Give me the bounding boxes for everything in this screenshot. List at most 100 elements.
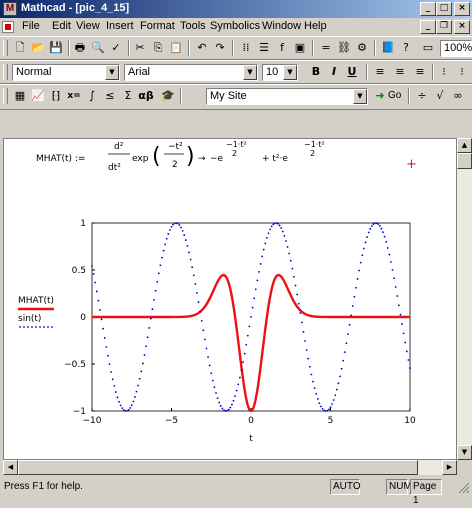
sin-series-point xyxy=(232,399,235,402)
chevron-down-icon[interactable]: ▼ xyxy=(243,65,257,80)
mathcad-app-icon[interactable]: M xyxy=(3,2,17,16)
paste-clipboard-icon[interactable]: 📋 xyxy=(168,40,184,56)
doc-restore-button[interactable]: ❐ xyxy=(436,20,452,34)
sin-series-point xyxy=(119,404,122,407)
minimize-button[interactable]: _ xyxy=(420,2,436,16)
scroll-left-icon[interactable]: ◀ xyxy=(3,460,18,475)
toolbar-grip[interactable] xyxy=(3,40,8,56)
menu-help[interactable]: Help xyxy=(304,20,327,32)
chevron-down-icon[interactable]: ▼ xyxy=(105,65,119,80)
matrix-toolbar-icon[interactable]: ⁅⁆ xyxy=(48,88,64,104)
menu-view[interactable]: View xyxy=(76,20,100,32)
sin-series-point xyxy=(264,242,267,245)
insert-hyperlink-icon[interactable]: ⛓ xyxy=(336,40,352,56)
zoom-icon[interactable]: ▭ xyxy=(420,40,436,56)
menu-symbolics[interactable]: Symbolics xyxy=(210,20,260,32)
toolbar-grip-2[interactable] xyxy=(3,64,8,80)
align-center-icon[interactable]: ≡ xyxy=(392,64,408,80)
sin-series-point xyxy=(402,332,405,335)
scroll-up-icon[interactable]: ▲ xyxy=(457,138,472,153)
scroll-down-icon[interactable]: ▼ xyxy=(457,445,472,460)
vertical-scrollbar[interactable]: ▲ ▼ xyxy=(457,138,472,460)
menu-file[interactable]: File xyxy=(22,20,40,32)
toolbar-grip-3[interactable] xyxy=(3,88,8,104)
spell-check-icon[interactable]: ✓ xyxy=(108,40,124,56)
maximize-button[interactable]: □ xyxy=(436,2,452,16)
bullets-icon[interactable]: ⁝ xyxy=(436,64,452,80)
standard-toolbar: 🗋 📂 💾 🖶 🔍 ✓ ✂ ⎘ 📋 ↶ ↷ ⁞⁞ ☰ f ▣ = ⛓ ⚙ 📘 ?… xyxy=(0,36,472,60)
scroll-right-icon[interactable]: ▶ xyxy=(442,460,457,475)
title-bar[interactable]: M Mathcad - [pic_4_15] _ □ × xyxy=(0,0,472,18)
resize-grip-icon[interactable] xyxy=(458,482,470,494)
menu-insert[interactable]: Insert xyxy=(106,20,134,32)
bold-button[interactable]: B xyxy=(308,64,324,80)
help-icon[interactable]: ? xyxy=(398,40,414,56)
doc-close-button[interactable]: × xyxy=(454,20,470,34)
chevron-down-icon[interactable]: ▼ xyxy=(283,65,297,80)
align-down-icon[interactable]: ☰ xyxy=(256,40,272,56)
insert-function-icon[interactable]: f xyxy=(274,40,290,56)
sin-series-point xyxy=(388,253,391,256)
document-icon[interactable] xyxy=(2,21,14,33)
horizontal-scrollbar[interactable]: ◀ ▶ xyxy=(3,460,457,475)
redo-icon[interactable]: ↷ xyxy=(212,40,228,56)
calculator-toolbar-icon[interactable]: ▦ xyxy=(12,88,28,104)
go-button[interactable]: Go xyxy=(388,90,401,101)
resource-dropdown[interactable]: My Site ▼ xyxy=(206,88,368,105)
doc-minimize-button[interactable]: _ xyxy=(420,20,436,34)
cut-scissors-icon[interactable]: ✂ xyxy=(132,40,148,56)
font-dropdown[interactable]: Arial ▼ xyxy=(124,64,258,81)
italic-button[interactable]: I xyxy=(326,64,342,80)
boolean-toolbar-icon[interactable]: ≤ xyxy=(102,88,118,104)
x-tick-label: 0 xyxy=(248,416,254,426)
calculus-toolbar-icon[interactable]: ∫ xyxy=(84,88,100,104)
horizontal-scroll-thumb[interactable] xyxy=(18,460,418,475)
vertical-scroll-thumb[interactable] xyxy=(457,153,472,169)
print-icon[interactable]: 🖶 xyxy=(72,40,88,56)
undo-icon[interactable]: ↶ xyxy=(194,40,210,56)
zoom-dropdown[interactable]: 100% xyxy=(440,40,472,57)
sin-series-point xyxy=(313,387,316,390)
division-icon[interactable]: ÷ xyxy=(414,88,430,104)
close-button[interactable]: × xyxy=(454,2,470,16)
sin-series-point xyxy=(156,280,159,283)
underline-button[interactable]: U xyxy=(344,64,360,80)
font-size-dropdown[interactable]: 10 ▼ xyxy=(262,64,298,81)
component-wizard-icon[interactable]: ⚙ xyxy=(354,40,370,56)
sin-series-point xyxy=(229,406,232,409)
align-across-icon[interactable]: ⁞⁞ xyxy=(238,40,254,56)
insert-unit-icon[interactable]: ▣ xyxy=(292,40,308,56)
equation-region[interactable]: MHAT(t) := d² dt² exp ( −t² 2 ) → −e −1·… xyxy=(4,139,454,199)
style-dropdown[interactable]: Normal ▼ xyxy=(12,64,120,81)
evaluation-toolbar-icon[interactable]: x= xyxy=(66,88,82,104)
calculate-icon[interactable]: = xyxy=(318,40,334,56)
sin-series-point xyxy=(118,400,120,403)
chevron-down-icon[interactable]: ▼ xyxy=(353,89,367,104)
menu-format[interactable]: Format xyxy=(140,20,175,32)
sin-series-point xyxy=(110,371,112,373)
menu-window[interactable]: Window xyxy=(262,20,301,32)
new-document-icon[interactable]: 🗋 xyxy=(12,40,28,56)
numbering-icon[interactable]: ⁝ xyxy=(454,64,470,80)
sin-series-point xyxy=(165,237,168,240)
align-left-icon[interactable]: ≡ xyxy=(372,64,388,80)
infinity-icon[interactable]: ∞ xyxy=(450,88,466,104)
resource-center-icon[interactable]: 📘 xyxy=(380,40,396,56)
print-preview-icon[interactable]: 🔍 xyxy=(90,40,106,56)
graph-toolbar-icon[interactable]: 📈 xyxy=(30,88,46,104)
legend-label: sin(t) xyxy=(18,314,41,324)
go-arrow-icon[interactable]: ➜ xyxy=(372,88,388,104)
copy-icon[interactable]: ⎘ xyxy=(150,40,166,56)
symbolic-toolbar-icon[interactable]: 🎓 xyxy=(160,88,176,104)
open-folder-icon[interactable]: 📂 xyxy=(30,40,46,56)
worksheet-area[interactable]: MHAT(t) := d² dt² exp ( −t² 2 ) → −e −1·… xyxy=(3,138,457,460)
programming-toolbar-icon[interactable]: Σ xyxy=(120,88,136,104)
sin-series-point xyxy=(137,384,140,387)
save-disk-icon[interactable]: 💾 xyxy=(48,40,64,56)
align-right-icon[interactable]: ≡ xyxy=(412,64,428,80)
menu-tools[interactable]: Tools xyxy=(180,20,206,32)
greek-toolbar-icon[interactable]: αβ xyxy=(138,88,154,104)
menu-edit[interactable]: Edit xyxy=(52,20,71,32)
sqrt-icon[interactable]: √ xyxy=(432,88,448,104)
xy-plot[interactable]: −10 −5 0 5 10 1 0.5 0 −0.5 −1 t MHAT(t) sin(t) xyxy=(4,209,454,459)
